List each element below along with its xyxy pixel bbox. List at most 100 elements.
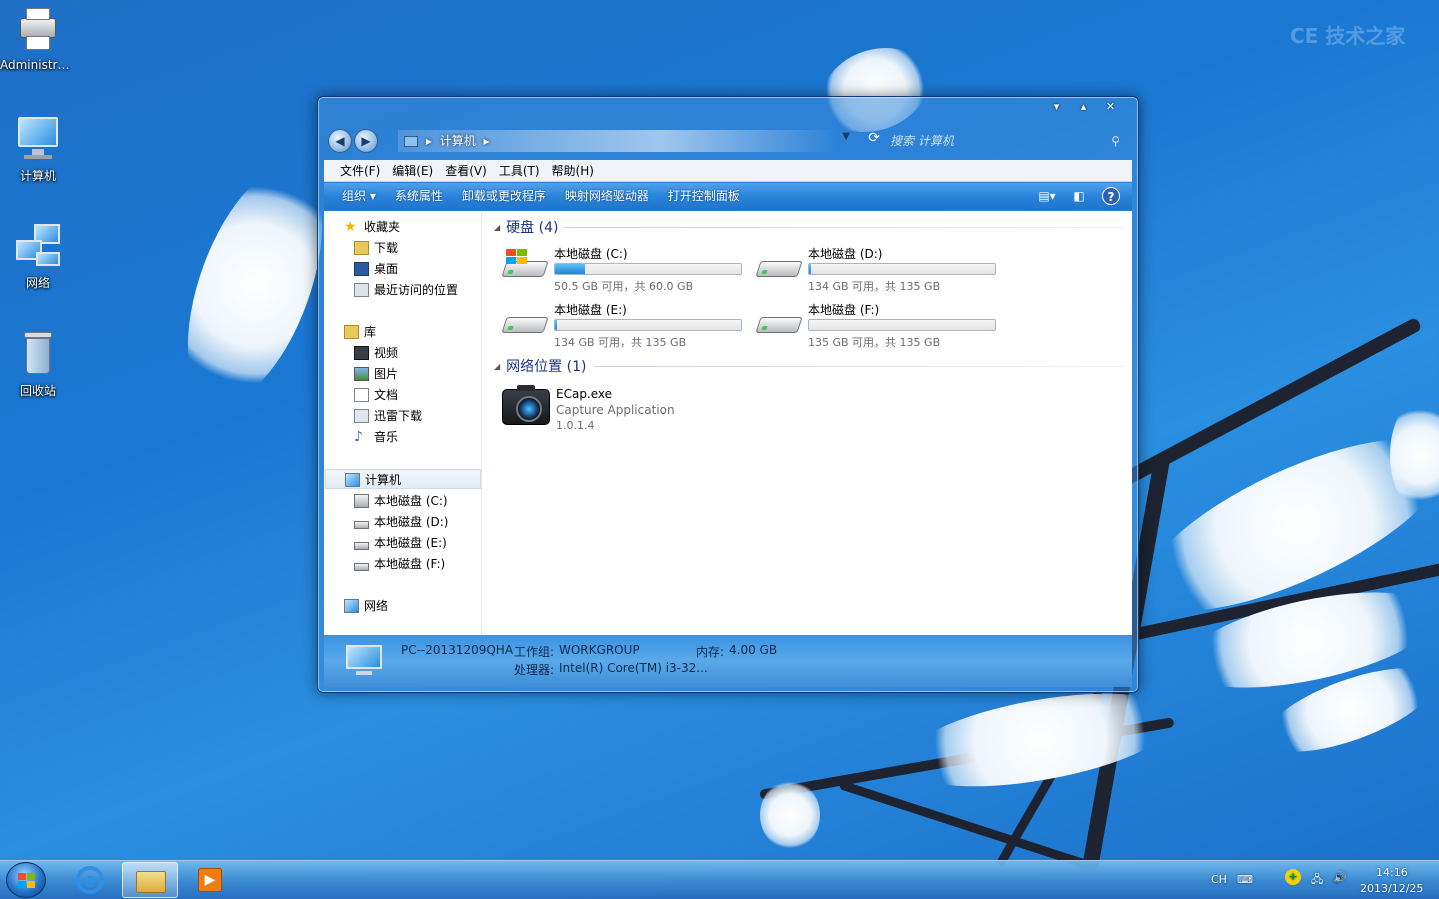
- address-separator[interactable]: ▸: [484, 134, 490, 148]
- keyboard-icon[interactable]: ⌨: [1237, 873, 1253, 886]
- uninstall-program-button[interactable]: 卸载或更改程序: [456, 183, 559, 210]
- system-drive-icon: [501, 249, 549, 283]
- watermark: CE 技术之家: [1290, 24, 1406, 48]
- folder-icon: [136, 871, 166, 893]
- language-indicator[interactable]: CH: [1211, 873, 1227, 886]
- start-button[interactable]: [6, 862, 46, 898]
- desktop-icon-recycle-bin[interactable]: 回收站: [0, 330, 76, 399]
- nav-drive-e[interactable]: 本地磁盘 (E:): [354, 533, 447, 553]
- address-dropdown-icon[interactable]: ▼: [842, 131, 850, 142]
- menu-bar: 文件(F) 编辑(E) 查看(V) 工具(T) 帮助(H): [324, 160, 1132, 182]
- nav-drive-d[interactable]: 本地磁盘 (D:): [354, 512, 448, 532]
- item-name: ECap.exe: [556, 387, 613, 401]
- content-area: ★ 收藏夹 下载 桌面 最近访问的位置 库 视频 图片 文档 迅雷下载 ♪ 音乐…: [324, 211, 1132, 635]
- volume-icon[interactable]: 🔊: [1333, 871, 1347, 884]
- back-button[interactable]: ◀: [328, 129, 352, 153]
- drive-c[interactable]: 本地磁盘 (C:) 50.5 GB 可用，共 60.0 GB: [501, 245, 752, 297]
- hard-drive-icon: [354, 541, 369, 550]
- hard-drive-icon: [755, 309, 803, 339]
- window-controls: ▾ ▴ ✕: [1043, 99, 1124, 115]
- drive-e[interactable]: 本地磁盘 (E:) 134 GB 可用，共 135 GB: [501, 301, 752, 353]
- clock-date[interactable]: 2013/12/25: [1360, 882, 1423, 895]
- desktop-folder-icon: [354, 261, 369, 276]
- navigation-pane: ★ 收藏夹 下载 桌面 最近访问的位置 库 视频 图片 文档 迅雷下载 ♪ 音乐…: [324, 211, 482, 635]
- nav-recent-places[interactable]: 最近访问的位置: [354, 280, 458, 300]
- minimize-button[interactable]: ▾: [1043, 99, 1070, 115]
- drive-name: 本地磁盘 (F:): [808, 303, 880, 317]
- help-button[interactable]: ?: [1102, 187, 1120, 205]
- clock-time[interactable]: 14:16: [1376, 866, 1408, 879]
- address-path-computer[interactable]: 计算机: [440, 134, 476, 148]
- map-network-drive-button[interactable]: 映射网络驱动器: [559, 183, 662, 210]
- maximize-button[interactable]: ▴: [1070, 99, 1097, 115]
- desktop-icon-computer[interactable]: 计算机: [0, 115, 76, 184]
- library-icon: [344, 324, 359, 339]
- nav-drive-c[interactable]: 本地磁盘 (C:): [354, 491, 448, 511]
- search-input[interactable]: 搜索 计算机 ⚲: [884, 130, 1124, 152]
- desktop-icon-label: 计算机: [19, 169, 56, 183]
- command-bar: 组织 ▾ 系统属性 卸载或更改程序 映射网络驱动器 打开控制面板 ▤▾ ◧ ?: [324, 183, 1132, 210]
- memory-label: 内存:: [696, 645, 725, 659]
- collapse-triangle-icon[interactable]: ◢: [494, 362, 500, 371]
- nav-videos[interactable]: 视频: [354, 343, 398, 363]
- system-properties-button[interactable]: 系统属性: [389, 183, 456, 210]
- taskbar-ie[interactable]: e: [62, 862, 118, 898]
- music-icon: ♪: [354, 428, 363, 445]
- recent-places-icon: [354, 282, 369, 297]
- desktop-icon-network[interactable]: 网络: [0, 222, 76, 291]
- nav-libraries[interactable]: 库: [344, 322, 376, 342]
- nav-thunder-downloads[interactable]: 迅雷下载: [354, 406, 422, 426]
- nav-documents[interactable]: 文档: [354, 385, 398, 405]
- nav-network[interactable]: 网络: [344, 596, 388, 616]
- computer-icon: [345, 472, 360, 487]
- desktop-icon-administrator[interactable]: Administra...: [0, 6, 76, 72]
- tray-app-icon[interactable]: +: [1285, 869, 1301, 885]
- taskbar-media-player[interactable]: ▶: [182, 862, 238, 898]
- system-drive-icon: [354, 493, 369, 508]
- menu-view[interactable]: 查看(V): [439, 160, 493, 181]
- navigation-row: ◀ ▶ ▸ 计算机 ▸ ▼ ⟳ 搜索 计算机 ⚲: [326, 127, 1130, 157]
- drive-name: 本地磁盘 (D:): [808, 247, 883, 261]
- computer-icon: [404, 136, 418, 147]
- hard-drive-icon: [501, 309, 549, 339]
- menu-file[interactable]: 文件(F): [334, 160, 386, 181]
- organize-button[interactable]: 组织 ▾: [336, 183, 389, 210]
- open-control-panel-button[interactable]: 打开控制面板: [662, 183, 753, 210]
- nav-music[interactable]: ♪ 音乐: [354, 427, 398, 447]
- search-icon[interactable]: ⚲: [1111, 130, 1120, 152]
- group-header-network-locations[interactable]: ◢ 网络位置 (1): [494, 356, 586, 376]
- drive-d[interactable]: 本地磁盘 (D:) 134 GB 可用，共 135 GB: [755, 245, 1006, 297]
- workgroup-label: 工作组:: [514, 645, 555, 659]
- nav-pictures[interactable]: 图片: [354, 364, 398, 384]
- drive-space-info: 134 GB 可用，共 135 GB: [808, 280, 941, 293]
- address-separator[interactable]: ▸: [426, 134, 432, 148]
- menu-edit[interactable]: 编辑(E): [386, 160, 439, 181]
- drive-usage-bar: [554, 319, 742, 331]
- group-divider: [564, 227, 1124, 228]
- collapse-triangle-icon[interactable]: ◢: [494, 223, 500, 232]
- address-bar[interactable]: ▸ 计算机 ▸: [398, 130, 838, 152]
- nav-desktop[interactable]: 桌面: [354, 259, 398, 279]
- nav-drive-f[interactable]: 本地磁盘 (F:): [354, 554, 445, 574]
- nav-computer[interactable]: 计算机: [325, 469, 481, 489]
- nav-favorites[interactable]: ★ 收藏夹: [344, 217, 400, 237]
- taskbar-explorer[interactable]: [122, 862, 178, 898]
- menu-tools[interactable]: 工具(T): [493, 160, 546, 181]
- drive-f[interactable]: 本地磁盘 (F:) 135 GB 可用，共 135 GB: [755, 301, 1006, 353]
- refresh-icon[interactable]: ⟳: [868, 130, 880, 146]
- nav-downloads[interactable]: 下载: [354, 238, 398, 258]
- desktop-icon-label: 网络: [25, 276, 50, 290]
- menu-help[interactable]: 帮助(H): [546, 160, 600, 181]
- view-options-icon[interactable]: ▤▾: [1038, 187, 1056, 205]
- network-status-icon[interactable]: 🖧: [1311, 871, 1323, 890]
- close-button[interactable]: ✕: [1097, 99, 1124, 115]
- explorer-window: ▾ ▴ ✕ ◀ ▶ ▸ 计算机 ▸ ▼ ⟳ 搜索 计算机 ⚲ 文件(F) 编辑(…: [317, 96, 1139, 693]
- computer-icon: [344, 643, 384, 675]
- preview-pane-icon[interactable]: ◧: [1070, 187, 1088, 205]
- forward-button[interactable]: ▶: [354, 129, 378, 153]
- drive-space-info: 134 GB 可用，共 135 GB: [554, 336, 687, 349]
- network-item-ecap[interactable]: ECap.exe Capture Application 1.0.1.4: [502, 385, 762, 439]
- group-header-hard-drives[interactable]: ◢ 硬盘 (4): [494, 217, 558, 237]
- hard-drive-icon: [354, 520, 369, 529]
- hard-drive-icon: [755, 253, 803, 283]
